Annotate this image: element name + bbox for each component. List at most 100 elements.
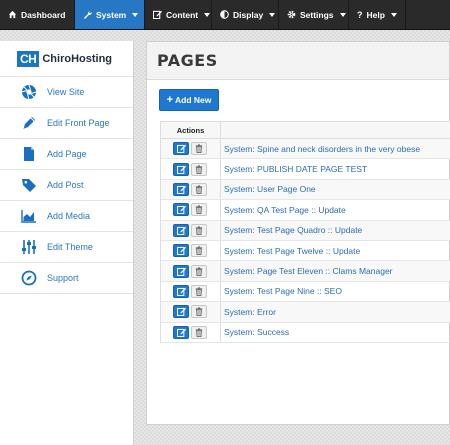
sidebar-item-edit-theme[interactable]: Edit Theme (0, 232, 133, 263)
gear-icon (287, 10, 296, 19)
sidebar-item-view-site[interactable]: View Site (0, 77, 133, 108)
sidebar-item-support[interactable]: Support (0, 263, 133, 294)
delete-button[interactable] (191, 203, 207, 217)
trash-icon (195, 205, 203, 215)
trash-icon (195, 246, 203, 256)
menu-settings[interactable]: Settings (279, 0, 349, 29)
row-actions (161, 261, 221, 281)
delete-button[interactable] (191, 284, 207, 298)
edit-icon (176, 165, 186, 174)
delete-button[interactable] (191, 325, 207, 339)
edit-icon (176, 328, 186, 337)
edit-button[interactable] (173, 305, 189, 319)
row-actions (161, 200, 221, 220)
trash-icon (195, 266, 203, 276)
menu-label: Dashboard (21, 9, 66, 20)
table-row: System: User Page One (161, 179, 450, 201)
actions-column-header: Actions (161, 122, 221, 138)
page-title-link[interactable]: System: Test Page Twelve :: Update (221, 241, 450, 260)
page-title-link[interactable]: System: Test Page Quadro :: Update (221, 221, 450, 240)
chevron-down-icon (390, 12, 397, 17)
page-title-link[interactable]: System: Spine and neck disorders in the … (221, 139, 450, 158)
page-title-link[interactable]: System: QA Test Page :: Update (221, 200, 450, 219)
add-new-label: Add New (175, 95, 212, 105)
edit-icon (176, 206, 186, 215)
add-new-button[interactable]: + Add New (159, 89, 219, 111)
tag-icon (20, 176, 38, 194)
pencil-icon (20, 114, 38, 132)
trash-icon (195, 164, 203, 174)
edit-icon (176, 226, 186, 235)
page-title-link[interactable]: System: User Page One (221, 180, 450, 199)
page-title-link[interactable]: System: Success (221, 323, 450, 342)
page-title-link[interactable]: System: Test Page Nine :: SEO (221, 282, 450, 301)
table-row: System: QA Test Page :: Update (161, 200, 450, 221)
sidebar-item-edit-front-page[interactable]: Edit Front Page (0, 108, 133, 139)
edit-button[interactable] (173, 284, 189, 298)
edit-button[interactable] (173, 162, 189, 176)
delete-button[interactable] (191, 244, 207, 258)
edit-icon (176, 185, 186, 194)
row-actions (161, 159, 221, 179)
page-header: PAGES (147, 42, 449, 80)
sidebar-item-add-post[interactable]: Add Post (0, 170, 133, 201)
edit-icon (153, 10, 162, 19)
delete-button[interactable] (191, 223, 207, 237)
compass-icon (20, 269, 38, 287)
menu-label: Content (166, 9, 199, 20)
brand-name: ChiroHosting (42, 52, 113, 65)
page-title-link[interactable]: System: Page Test Eleven :: Clams Manage… (221, 261, 450, 280)
edit-button[interactable] (173, 142, 189, 156)
delete-button[interactable] (191, 182, 207, 196)
page-title-link[interactable]: System: Error (221, 302, 450, 321)
trash-icon (195, 328, 203, 337)
top-navbar: Dashboard System Content Display Setting… (0, 0, 450, 30)
table-row: System: Success (161, 322, 450, 343)
delete-button[interactable] (191, 142, 207, 156)
delete-button[interactable] (191, 305, 207, 319)
menu-label: Display (233, 9, 264, 20)
row-actions (161, 322, 221, 342)
menu-content[interactable]: Content (145, 0, 212, 29)
edit-button[interactable] (173, 325, 189, 339)
sidebar-item-label: Add Media (47, 211, 91, 221)
area-chart-icon (20, 207, 38, 225)
edit-icon (176, 267, 186, 276)
menu-help[interactable]: ? Help (349, 0, 406, 29)
edit-button[interactable] (173, 264, 189, 278)
sidebar-item-add-page[interactable]: Add Page (0, 139, 133, 170)
chevron-down-icon (204, 12, 211, 17)
trash-icon (195, 226, 203, 235)
table-row: System: Page Test Eleven :: Clams Manage… (161, 261, 450, 282)
trash-icon (195, 144, 203, 154)
sidebar-item-add-media[interactable]: Add Media (0, 201, 133, 232)
pages-table: Actions System: Spine and neck disorders… (160, 121, 450, 343)
menu-display[interactable]: Display (212, 0, 279, 29)
page-title-link[interactable]: System: PUBLISH DATE PAGE TEST (221, 159, 450, 178)
edit-button[interactable] (173, 223, 189, 237)
menu-dashboard[interactable]: Dashboard (0, 0, 75, 29)
edit-button[interactable] (173, 182, 189, 196)
table-body: System: Spine and neck disorders in the … (161, 139, 450, 343)
sidebar-item-label: Support (47, 273, 79, 283)
sliders-icon (20, 238, 38, 256)
delete-button[interactable] (191, 264, 207, 278)
home-icon (8, 10, 17, 19)
delete-button[interactable] (191, 162, 207, 176)
edit-icon (176, 247, 186, 256)
trash-icon (195, 287, 203, 296)
menu-system[interactable]: System (75, 0, 145, 29)
trash-icon (195, 185, 203, 194)
question-icon: ? (357, 9, 363, 20)
edit-button[interactable] (173, 203, 189, 217)
page-title: PAGES (157, 51, 218, 70)
table-row: System: Spine and neck disorders in the … (161, 139, 450, 160)
edit-icon (176, 287, 186, 296)
brand-logo[interactable]: CH ChiroHosting (0, 41, 133, 77)
edit-button[interactable] (173, 244, 189, 258)
sidebar-item-label: Edit Front Page (47, 118, 110, 128)
menu-label: Help (366, 9, 385, 20)
menu-label: Settings (300, 9, 334, 20)
trash-icon (195, 307, 203, 317)
table-row: System: Test Page Quadro :: Update (161, 220, 450, 241)
